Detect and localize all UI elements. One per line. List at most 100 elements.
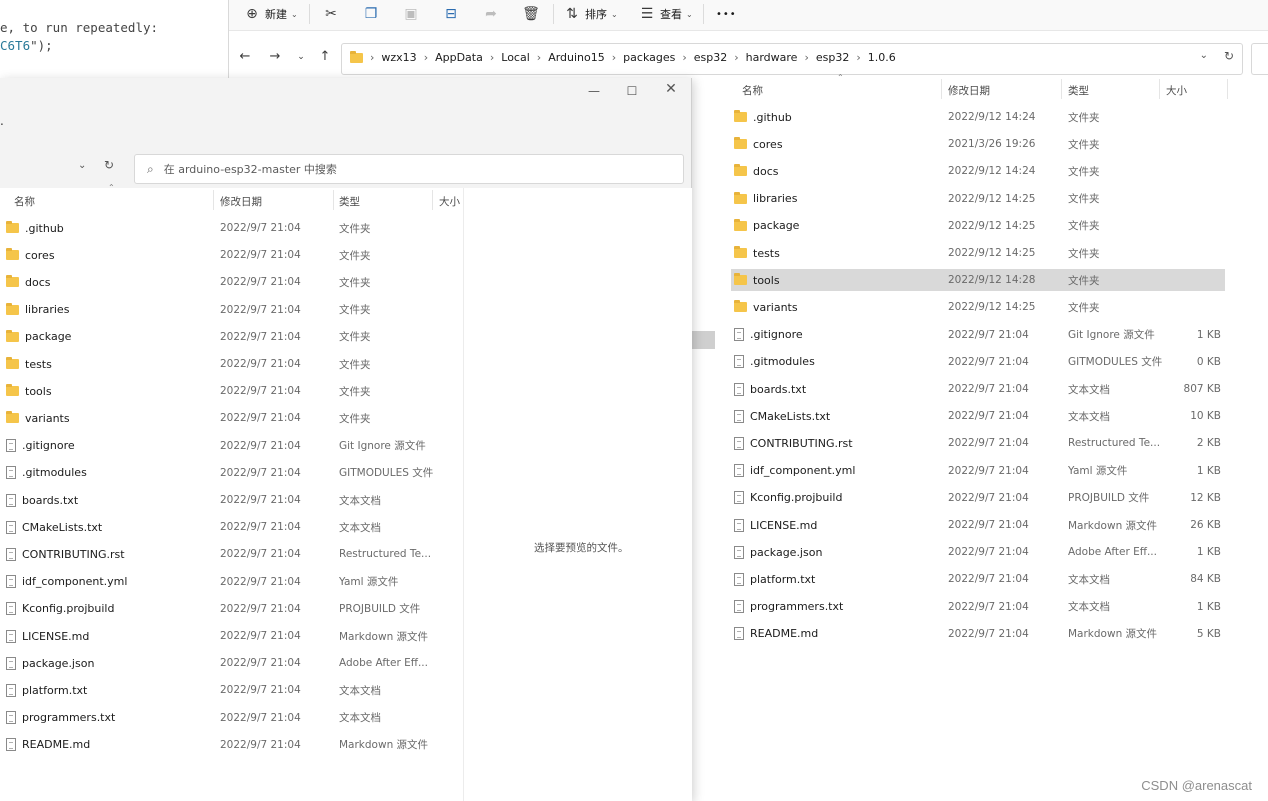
dialog-search-input[interactable]: ⌕ 在 arduino-esp32-master 中搜索 xyxy=(134,154,684,184)
file-date: 2022/9/7 21:04 xyxy=(948,437,1029,450)
dialog-navigation-bar: ⌄ ↻ ⌕ 在 arduino-esp32-master 中搜索 xyxy=(0,152,691,186)
breadcrumb-item[interactable]: hardware xyxy=(746,51,798,64)
file-row[interactable]: package.json 2022/9/7 21:04 Adobe After Ef… xyxy=(0,652,460,674)
file-row[interactable]: .gitignore 2022/9/7 21:04 Git Ignore 源文件 1 … xyxy=(731,324,1225,346)
file-row[interactable]: programmers.txt 2022/9/7 21:04 文本文档 1 KB xyxy=(731,596,1225,618)
file-row[interactable]: libraries 2022/9/7 21:04 文件夹 xyxy=(0,299,460,321)
file-row[interactable]: .gitignore 2022/9/7 21:04 Git Ignore 源文件 xyxy=(0,435,460,457)
folder-icon xyxy=(6,384,19,397)
file-row[interactable]: tests 2022/9/7 21:04 文件夹 xyxy=(0,353,460,375)
file-row[interactable]: idf_component.yml 2022/9/7 21:04 Yaml 源文件 1… xyxy=(731,460,1225,482)
file-size: 5 KB xyxy=(1196,627,1221,640)
delete-button[interactable]: 🗑 xyxy=(522,4,540,24)
maximize-icon[interactable]: ☐ xyxy=(622,84,642,98)
file-row[interactable]: .github 2022/9/7 21:04 文件夹 xyxy=(0,217,460,239)
file-row[interactable]: libraries 2022/9/12 14:25 文件夹 xyxy=(731,188,1225,210)
file-row[interactable]: LICENSE.md 2022/9/7 21:04 Markdown 源文件 26 K… xyxy=(731,514,1225,536)
column-header-date[interactable]: 修改日期 xyxy=(948,83,990,98)
file-row[interactable]: platform.txt 2022/9/7 21:04 文本文档 xyxy=(0,679,460,701)
file-row[interactable]: boards.txt 2022/9/7 21:04 文本文档 807 KB xyxy=(731,378,1225,400)
file-list-dialog: 名称 ⌃ 修改日期 类型 大小 .github 2022/9/7 21:04 文件夹… xyxy=(0,183,463,801)
file-row[interactable]: cores 2022/9/7 21:04 文件夹 xyxy=(0,244,460,266)
file-row[interactable]: variants 2022/9/7 21:04 文件夹 xyxy=(0,407,460,429)
file-name: tools xyxy=(25,384,52,398)
file-row[interactable]: boards.txt 2022/9/7 21:04 文本文档 xyxy=(0,489,460,511)
breadcrumb-item[interactable]: Local xyxy=(501,51,530,64)
file-name: LICENSE.md xyxy=(750,518,818,532)
copy-button[interactable]: ❐ xyxy=(362,4,380,24)
file-row[interactable]: docs 2022/9/12 14:24 文件夹 xyxy=(731,160,1225,182)
file-date: 2022/9/7 21:04 xyxy=(220,494,301,506)
file-name: variants xyxy=(753,300,798,314)
file-name-cell: .gitmodules xyxy=(6,466,87,480)
column-header-name[interactable]: 名称 xyxy=(742,83,763,98)
file-date: 2022/9/7 21:04 xyxy=(220,711,301,724)
file-date: 2022/9/7 21:04 xyxy=(948,410,1029,423)
file-row[interactable]: platform.txt 2022/9/7 21:04 文本文档 84 KB xyxy=(731,568,1225,590)
up-arrow-icon[interactable]: ↑ xyxy=(317,49,333,64)
file-size: 26 KB xyxy=(1190,519,1221,531)
file-row[interactable]: tools 2022/9/7 21:04 文件夹 xyxy=(0,380,460,402)
minimize-icon[interactable]: — xyxy=(584,84,604,98)
file-row[interactable]: package 2022/9/12 14:25 文件夹 xyxy=(731,215,1225,237)
column-header-type[interactable]: 类型 xyxy=(339,194,360,209)
file-row[interactable]: README.md 2022/9/7 21:04 Markdown 源文件 xyxy=(0,734,460,756)
scrollbar-thumb[interactable] xyxy=(691,331,715,349)
breadcrumb-item[interactable]: esp32 xyxy=(816,51,849,64)
file-row[interactable]: variants 2022/9/12 14:25 文件夹 xyxy=(731,296,1225,318)
close-icon[interactable]: ✕ xyxy=(661,81,681,97)
breadcrumb-item[interactable]: packages xyxy=(623,51,675,64)
sort-button[interactable]: ⇅ 排序 ⌄ xyxy=(563,4,618,24)
file-row[interactable]: CONTRIBUTING.rst 2022/9/7 21:04 Restructur… xyxy=(0,543,460,565)
breadcrumb-item[interactable]: wzx13 xyxy=(381,51,416,64)
column-header-size[interactable]: 大小 xyxy=(1166,83,1187,98)
back-arrow-icon[interactable]: ← xyxy=(237,49,253,64)
file-row[interactable]: CMakeLists.txt 2022/9/7 21:04 文本文档 xyxy=(0,516,460,538)
refresh-icon[interactable]: ↻ xyxy=(1224,49,1234,63)
more-options-button[interactable]: ••• xyxy=(716,4,737,24)
file-row[interactable]: Kconfig.projbuild 2022/9/7 21:04 PROJBUILD… xyxy=(0,598,460,620)
file-row[interactable]: cores 2021/3/26 19:26 文件夹 xyxy=(731,133,1225,155)
file-row[interactable]: package.json 2022/9/7 21:04 Adobe After Ef… xyxy=(731,541,1225,563)
forward-arrow-icon[interactable]: → xyxy=(267,49,283,64)
file-row[interactable]: programmers.txt 2022/9/7 21:04 文本文档 xyxy=(0,707,460,729)
file-row[interactable]: package 2022/9/7 21:04 文件夹 xyxy=(0,326,460,348)
rename-button[interactable]: ⊟ xyxy=(442,4,460,24)
breadcrumb-item[interactable]: esp32 xyxy=(694,51,727,64)
file-row[interactable]: .github 2022/9/12 14:24 文件夹 xyxy=(731,106,1225,128)
file-name: variants xyxy=(25,411,70,425)
file-row[interactable]: Kconfig.projbuild 2022/9/7 21:04 PROJBUILD… xyxy=(731,487,1225,509)
file-type: 文件夹 xyxy=(1068,301,1100,314)
recent-locations-chevron-icon[interactable]: ⌄ xyxy=(293,52,309,62)
breadcrumb-item[interactable]: 1.0.6 xyxy=(868,51,896,64)
breadcrumb-item[interactable]: AppData xyxy=(435,51,483,64)
file-row[interactable]: idf_component.yml 2022/9/7 21:04 Yaml 源文件 xyxy=(0,571,460,593)
column-header-size[interactable]: 大小 xyxy=(439,194,460,209)
file-row[interactable]: CONTRIBUTING.rst 2022/9/7 21:04 Restructur… xyxy=(731,432,1225,454)
file-row[interactable]: tools 2022/9/12 14:28 文件夹 xyxy=(731,269,1225,292)
file-row[interactable]: LICENSE.md 2022/9/7 21:04 Markdown 源文件 xyxy=(0,625,460,647)
file-name: tests xyxy=(753,246,780,260)
refresh-icon[interactable]: ↻ xyxy=(104,158,114,172)
search-box-right[interactable] xyxy=(1251,43,1268,75)
file-row[interactable]: README.md 2022/9/7 21:04 Markdown 源文件 5 KB xyxy=(731,623,1225,645)
file-row[interactable]: .gitmodules 2022/9/7 21:04 GITMODULES 文件 xyxy=(0,462,460,484)
folder-icon xyxy=(6,248,19,261)
file-row[interactable]: .gitmodules 2022/9/7 21:04 GITMODULES 文件 0 … xyxy=(731,351,1225,373)
new-button[interactable]: ⊕ 新建 ⌄ xyxy=(243,4,298,24)
share-button[interactable]: ➦ xyxy=(482,4,500,24)
paste-button[interactable]: ▣ xyxy=(402,4,420,24)
cut-button[interactable]: ✂ xyxy=(322,4,340,24)
column-header-name[interactable]: 名称 xyxy=(14,194,35,209)
view-button[interactable]: ☰ 查看 ⌄ xyxy=(638,4,693,24)
address-history-chevron-icon[interactable]: ⌄ xyxy=(1200,50,1208,61)
file-row[interactable]: docs 2022/9/7 21:04 文件夹 xyxy=(0,271,460,293)
column-header-type[interactable]: 类型 xyxy=(1068,83,1089,98)
address-history-chevron-icon[interactable]: ⌄ xyxy=(78,160,86,171)
breadcrumb-item[interactable]: Arduino15 xyxy=(548,51,605,64)
address-bar[interactable]: › wzx13 › AppData › Local › Arduino15 › packages ›… xyxy=(341,43,1243,75)
file-date: 2022/9/7 21:04 xyxy=(948,355,1029,368)
file-row[interactable]: tests 2022/9/12 14:25 文件夹 xyxy=(731,242,1225,264)
file-row[interactable]: CMakeLists.txt 2022/9/7 21:04 文本文档 10 KB xyxy=(731,405,1225,427)
column-header-date[interactable]: 修改日期 xyxy=(220,194,262,209)
